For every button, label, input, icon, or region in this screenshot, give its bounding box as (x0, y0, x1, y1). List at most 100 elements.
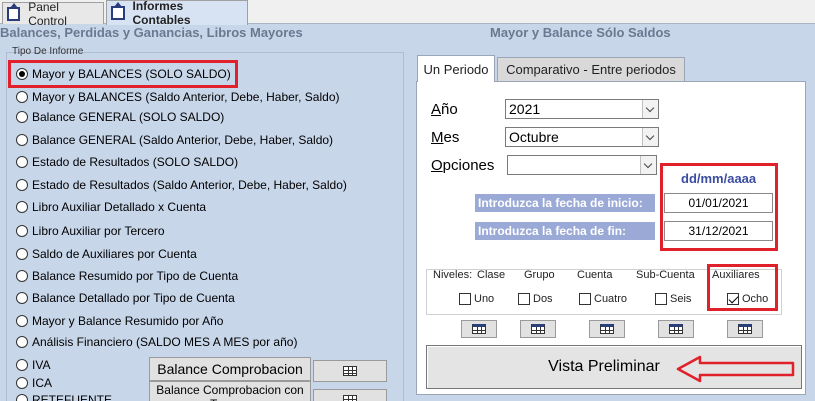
report-type-group-label: Tipo De Informe (12, 46, 84, 57)
fecha-fin-label: Introduzca la fecha de fin: (475, 222, 655, 240)
tab-un-periodo[interactable]: Un Periodo (417, 55, 495, 82)
radio-label: ICA (32, 376, 53, 390)
chevron-down-icon[interactable] (642, 128, 658, 146)
radio-label: Balance Resumido por Tipo de Cuenta (32, 269, 239, 283)
radio-indicator[interactable] (16, 359, 28, 371)
ano-label-rest: ño (441, 101, 458, 118)
grid-button-subcuenta[interactable] (658, 320, 694, 338)
tab-label: Informes Contables (132, 0, 191, 27)
grid-button-clase[interactable] (461, 320, 497, 338)
checkbox-dos[interactable]: Dos (518, 293, 553, 305)
grid-button-cuenta[interactable] (589, 320, 625, 338)
top-tab-strip: Panel Control Informes Contables (0, 0, 815, 28)
chevron-down-icon[interactable] (640, 156, 656, 174)
checkbox-indicator[interactable] (518, 293, 530, 305)
radio-estado-resultados-detalle[interactable]: Estado de Resultados (Saldo Anterior, De… (16, 178, 347, 192)
ano-label: Año (431, 101, 458, 118)
checkbox-indicator[interactable] (459, 293, 471, 305)
checkbox-indicator[interactable] (579, 293, 591, 305)
checkbox-label: Seis (670, 293, 692, 305)
radio-saldo-auxiliares[interactable]: Saldo de Auxiliares por Cuenta (16, 247, 197, 261)
radio-indicator[interactable] (16, 134, 28, 146)
radio-label: RETEFUENTE (32, 393, 113, 401)
grid-icon (669, 324, 683, 334)
radio-indicator[interactable] (16, 270, 28, 282)
radio-balance-detallado[interactable]: Balance Detallado por Tipo de Cuenta (16, 291, 235, 305)
checkbox-uno[interactable]: Uno (459, 293, 494, 305)
opciones-label: Opciones (431, 157, 494, 174)
radio-balance-general-detalle[interactable]: Balance GENERAL (Saldo Anterior, Debe, H… (16, 133, 333, 147)
checkbox-label: Uno (474, 293, 495, 305)
radio-indicator[interactable] (16, 225, 28, 237)
radio-indicator[interactable] (16, 248, 28, 260)
home-icon (111, 2, 125, 20)
radio-balance-general-solo-saldo[interactable]: Balance GENERAL (SOLO SALDO) (16, 110, 224, 124)
radio-indicator[interactable] (16, 156, 28, 168)
radio-label: Libro Auxiliar Detallado x Cuenta (32, 200, 207, 214)
checkbox-label: Dos (533, 293, 553, 305)
ano-select[interactable]: 2021 (505, 99, 659, 119)
checkbox-cuatro[interactable]: Cuatro (579, 293, 627, 305)
grid-icon (738, 324, 752, 334)
radio-indicator[interactable] (16, 292, 28, 304)
radio-indicator[interactable] (16, 201, 28, 213)
radio-indicator[interactable] (16, 111, 28, 123)
grid-button-grupo[interactable] (520, 320, 556, 338)
mes-label-rest: es (443, 129, 460, 146)
tab-informes-contables[interactable]: Informes Contables (106, 0, 248, 27)
chevron-down-icon[interactable] (642, 100, 658, 118)
radio-label: Mayor y Balance Resumido por Año (32, 314, 224, 328)
radio-indicator[interactable] (16, 315, 28, 327)
radio-analisis-financiero[interactable]: Análisis Financiero (SALDO MES A MES por… (16, 335, 297, 349)
highlight-date-range (660, 163, 778, 251)
highlight-auxiliares (707, 264, 778, 311)
opciones-select[interactable] (507, 155, 657, 175)
radio-label: IVA (32, 358, 51, 372)
grid-icon (472, 324, 486, 334)
balance-comprobacion-grid-button[interactable] (313, 360, 387, 382)
mes-value: Octubre (509, 129, 559, 145)
checkbox-indicator[interactable] (655, 293, 667, 305)
radio-retefuente[interactable]: RETEFUENTE (16, 393, 112, 401)
radio-libro-auxiliar-cuenta[interactable]: Libro Auxiliar Detallado x Cuenta (16, 200, 206, 214)
radio-label: Balance GENERAL (SOLO SALDO) (32, 110, 225, 124)
red-arrow-annotation (676, 355, 795, 383)
radio-ica[interactable]: ICA (16, 376, 52, 390)
radio-mayor-balances-detalle[interactable]: Mayor y BALANCES (Saldo Anterior, Debe, … (16, 90, 339, 104)
radio-balance-resumido[interactable]: Balance Resumido por Tipo de Cuenta (16, 269, 238, 283)
grid-icon (531, 324, 545, 334)
balance-comprobacion-tercero-button[interactable]: Balance Comprobacion con Tercero (149, 381, 311, 401)
tab-panel-control[interactable]: Panel Control (2, 0, 104, 28)
opciones-label-rest: pciones (442, 157, 495, 174)
home-icon (7, 2, 21, 21)
radio-indicator[interactable] (16, 336, 28, 348)
radio-label: Balance Detallado por Tipo de Cuenta (32, 291, 235, 305)
grid-button-auxiliares[interactable] (727, 320, 763, 338)
radio-estado-resultados-solo-saldo[interactable]: Estado de Resultados (SOLO SALDO) (16, 155, 238, 169)
niveles-header-subcuenta: Sub-Cuenta (636, 269, 695, 281)
radio-indicator[interactable] (16, 91, 28, 103)
radio-label: Estado de Resultados (SOLO SALDO) (32, 155, 239, 169)
fecha-inicio-label: Introduzca la fecha de inicio: (475, 194, 655, 212)
tab-comparativo[interactable]: Comparativo - Entre periodos (497, 57, 685, 81)
ano-label-accesskey: A (431, 101, 442, 118)
balance-tercero-grid-button[interactable] (313, 389, 387, 401)
checkbox-seis[interactable]: Seis (655, 293, 691, 305)
grid-icon (343, 366, 357, 376)
balance-comprobacion-button[interactable]: Balance Comprobacion (149, 357, 311, 381)
radio-mayor-balance-resumido-ano[interactable]: Mayor y Balance Resumido por Año (16, 314, 223, 328)
radio-iva[interactable]: IVA (16, 358, 50, 372)
grid-icon (343, 395, 357, 401)
opciones-label-accesskey: O (431, 157, 443, 174)
highlight-selected-report (8, 60, 238, 88)
radio-label: Libro Auxiliar por Tercero (32, 224, 165, 238)
radio-label: Estado de Resultados (Saldo Anterior, De… (32, 178, 347, 192)
radio-indicator[interactable] (16, 394, 28, 401)
radio-libro-auxiliar-tercero[interactable]: Libro Auxiliar por Tercero (16, 224, 165, 238)
radio-indicator[interactable] (16, 377, 28, 389)
mes-label-accesskey: M (431, 129, 444, 146)
niveles-header-grupo: Grupo (524, 269, 555, 281)
radio-label: Mayor y BALANCES (Saldo Anterior, Debe, … (32, 90, 340, 104)
mes-select[interactable]: Octubre (505, 127, 659, 147)
radio-indicator[interactable] (16, 179, 28, 191)
